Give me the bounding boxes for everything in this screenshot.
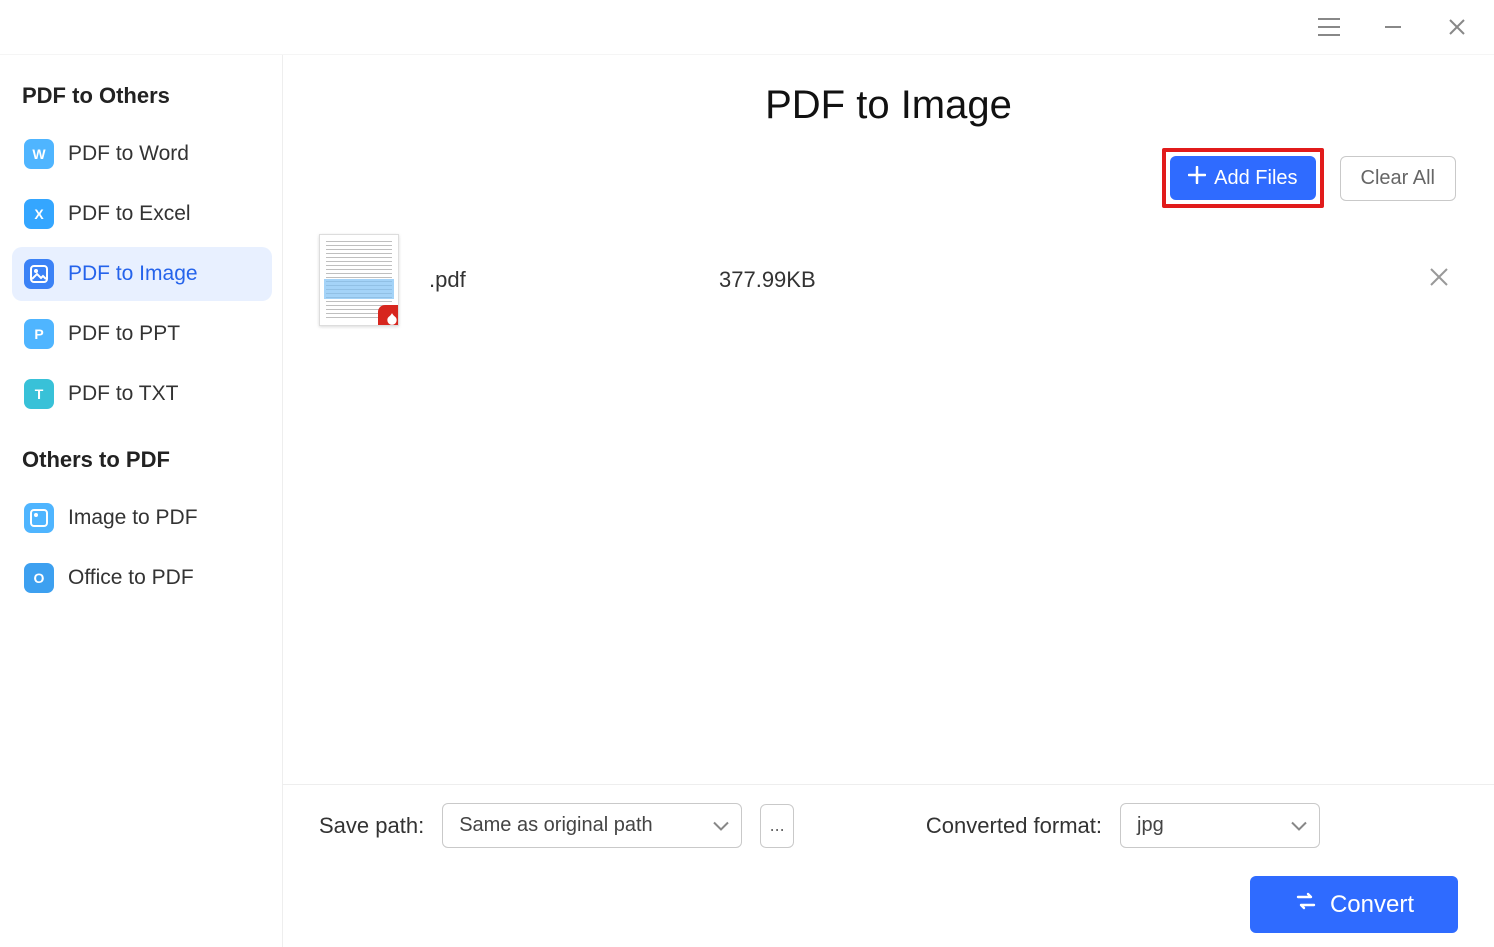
format-value: jpg — [1137, 814, 1164, 837]
main-panel: PDF to Image Add Files Clear All — [283, 55, 1494, 947]
remove-file-button[interactable] — [1420, 266, 1458, 295]
sidebar-item-label: PDF to PPT — [68, 322, 180, 346]
pdf-badge-icon — [378, 305, 399, 326]
convert-button[interactable]: Convert — [1250, 876, 1458, 933]
sidebar-item-pdf-to-word[interactable]: W PDF to Word — [12, 127, 272, 181]
sidebar-item-office-to-pdf[interactable]: O Office to PDF — [12, 551, 272, 605]
format-select[interactable]: jpg — [1120, 803, 1320, 848]
sidebar-item-label: PDF to TXT — [68, 382, 178, 406]
minimize-icon[interactable] — [1381, 15, 1405, 39]
sidebar-item-pdf-to-txt[interactable]: T PDF to TXT — [12, 367, 272, 421]
file-thumbnail — [319, 234, 399, 326]
page-title: PDF to Image — [283, 83, 1494, 128]
sidebar-item-label: Office to PDF — [68, 566, 194, 590]
convert-label: Convert — [1330, 891, 1414, 919]
sidebar-item-label: PDF to Word — [68, 142, 189, 166]
sidebar-item-image-to-pdf[interactable]: Image to PDF — [12, 491, 272, 545]
sidebar-item-pdf-to-ppt[interactable]: P PDF to PPT — [12, 307, 272, 361]
close-icon[interactable] — [1445, 15, 1469, 39]
save-path-value: Same as original path — [459, 814, 652, 837]
add-files-label: Add Files — [1214, 167, 1297, 190]
sidebar-item-label: Image to PDF — [68, 506, 198, 530]
format-label: Converted format: — [926, 813, 1102, 839]
sidebar-item-label: PDF to Excel — [68, 202, 191, 226]
txt-icon: T — [24, 379, 54, 409]
browse-path-button[interactable]: ... — [760, 804, 794, 848]
word-icon: W — [24, 139, 54, 169]
save-path-label: Save path: — [319, 813, 424, 839]
annotation-highlight: Add Files — [1162, 148, 1323, 208]
image-icon — [24, 503, 54, 533]
sidebar-item-pdf-to-image[interactable]: PDF to Image — [12, 247, 272, 301]
chevron-down-icon — [1291, 814, 1307, 837]
file-size: 377.99KB — [719, 267, 1390, 293]
image-icon — [24, 259, 54, 289]
save-path-select[interactable]: Same as original path — [442, 803, 742, 848]
sidebar-item-pdf-to-excel[interactable]: X PDF to Excel — [12, 187, 272, 241]
menu-icon[interactable] — [1317, 15, 1341, 39]
sidebar-section-pdf-to-others: PDF to Others — [12, 83, 272, 127]
add-files-button[interactable]: Add Files — [1170, 156, 1315, 200]
sidebar: PDF to Others W PDF to Word X PDF to Exc… — [0, 55, 283, 947]
ppt-icon: P — [24, 319, 54, 349]
bottom-bar: Save path: Same as original path ... Con… — [283, 784, 1494, 947]
titlebar — [0, 0, 1494, 55]
excel-icon: X — [24, 199, 54, 229]
sidebar-item-label: PDF to Image — [68, 262, 198, 286]
file-name: .pdf — [429, 267, 689, 293]
convert-icon — [1294, 890, 1318, 919]
file-list: .pdf 377.99KB — [283, 208, 1494, 784]
plus-icon — [1188, 166, 1206, 190]
action-row: Add Files Clear All — [283, 128, 1494, 208]
sidebar-section-others-to-pdf: Others to PDF — [12, 447, 272, 491]
clear-all-button[interactable]: Clear All — [1340, 156, 1456, 201]
chevron-down-icon — [713, 814, 729, 837]
office-icon: O — [24, 563, 54, 593]
file-row: .pdf 377.99KB — [319, 228, 1458, 332]
